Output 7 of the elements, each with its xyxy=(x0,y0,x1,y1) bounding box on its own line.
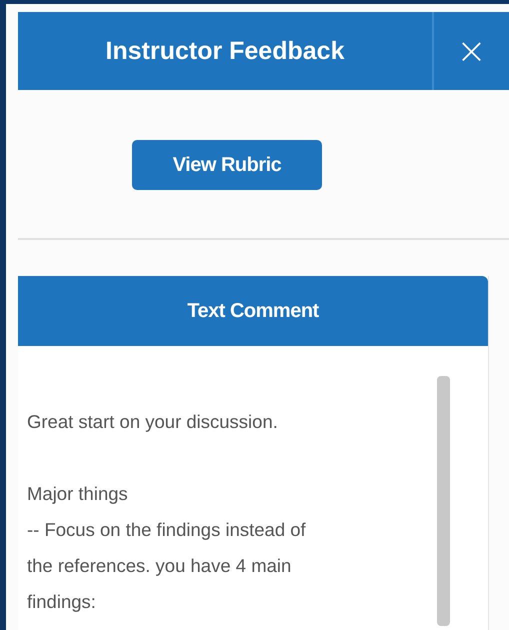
close-button[interactable]: × xyxy=(434,12,509,90)
comment-text: Major things -- Focus on the findings instead of the references. you have 4 main findings: xyxy=(27,482,307,614)
view-rubric-button[interactable]: View Rubric xyxy=(132,140,322,190)
scrollbar-thumb[interactable] xyxy=(437,376,450,626)
card-title: Text Comment xyxy=(187,300,319,322)
comment-text: Great start on your discussion. xyxy=(27,410,279,434)
panel-title: Instructor Feedback xyxy=(106,36,344,66)
